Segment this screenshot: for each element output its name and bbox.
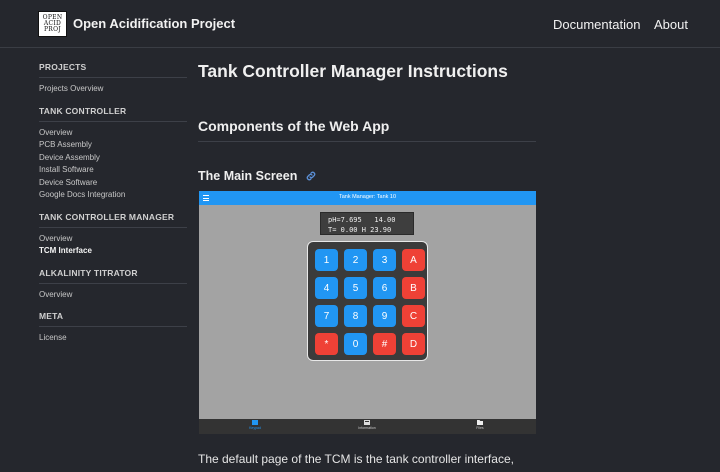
keypad-key: A bbox=[402, 249, 425, 271]
keypad-key: 5 bbox=[344, 277, 367, 299]
keypad: 1 2 3 A 4 5 6 B 7 8 9 C * 0 # D bbox=[307, 241, 428, 361]
app-title: Tank Manager: Tank 10 bbox=[338, 194, 397, 200]
keypad-key: B bbox=[402, 277, 425, 299]
sidebar-heading: PROJECTS bbox=[39, 62, 187, 78]
section-heading: Components of the Web App bbox=[198, 118, 390, 134]
main-screen-screenshot: Tank Manager: Tank 10 pH=7.695 14.00 T= 0… bbox=[199, 191, 536, 434]
keypad-key: * bbox=[315, 333, 338, 355]
lcd-display: pH=7.695 14.00 T= 0.00 H 23.90 bbox=[320, 212, 414, 235]
tab-label: Files bbox=[476, 426, 484, 430]
sidebar-item-install-software[interactable]: Install Software bbox=[39, 164, 187, 177]
sidebar-section-tank-controller: TANK CONTROLLER Overview PCB Assembly De… bbox=[39, 106, 187, 202]
sidebar-item-projects-overview[interactable]: Projects Overview bbox=[39, 83, 187, 96]
keypad-key: C bbox=[402, 305, 425, 327]
sidebar-item-google-docs[interactable]: Google Docs Integration bbox=[39, 189, 187, 202]
keypad-icon bbox=[252, 420, 258, 425]
sidebar-section-alkalinity: ALKALINITY TITRATOR Overview bbox=[39, 268, 187, 302]
sidebar-heading: TANK CONTROLLER MANAGER bbox=[39, 212, 187, 228]
lcd-line-2: T= 0.00 H 23.90 bbox=[328, 226, 392, 234]
keypad-key: 3 bbox=[373, 249, 396, 271]
app-toolbar: Tank Manager: Tank 10 bbox=[199, 191, 536, 205]
nav-about[interactable]: About bbox=[654, 17, 688, 32]
keypad-key: 2 bbox=[344, 249, 367, 271]
info-icon bbox=[364, 420, 370, 425]
tab-files: Files bbox=[450, 420, 510, 430]
app-bottom-tabs: Keypad Information Files bbox=[199, 419, 536, 434]
sidebar-section-meta: META License bbox=[39, 311, 187, 345]
anchor-link-icon[interactable] bbox=[305, 170, 317, 182]
keypad-key: 0 bbox=[344, 333, 367, 355]
folder-icon bbox=[477, 420, 483, 425]
sidebar-heading: ALKALINITY TITRATOR bbox=[39, 268, 187, 284]
site-title-link[interactable]: Open Acidification Project bbox=[73, 16, 235, 31]
sidebar: PROJECTS Projects Overview TANK CONTROLL… bbox=[39, 62, 187, 355]
sidebar-item-alkalinity-overview[interactable]: Overview bbox=[39, 289, 187, 302]
keypad-key: 9 bbox=[373, 305, 396, 327]
sidebar-item-tcm-overview[interactable]: Overview bbox=[39, 233, 187, 246]
sidebar-heading: META bbox=[39, 311, 187, 327]
nav-documentation[interactable]: Documentation bbox=[553, 17, 640, 32]
logo-line-3: PROJ bbox=[43, 26, 62, 33]
keypad-key: 6 bbox=[373, 277, 396, 299]
keypad-key: 7 bbox=[315, 305, 338, 327]
sidebar-item-tcm-interface[interactable]: TCM Interface bbox=[39, 245, 187, 258]
sidebar-item-device-software[interactable]: Device Software bbox=[39, 177, 187, 190]
top-navbar: OPEN ACID PROJ Open Acidification Projec… bbox=[0, 0, 720, 48]
keypad-key: 4 bbox=[315, 277, 338, 299]
lcd-line-1: pH=7.695 14.00 bbox=[328, 216, 396, 224]
site-logo[interactable]: OPEN ACID PROJ bbox=[38, 11, 67, 37]
tab-label: Keypad bbox=[249, 426, 261, 430]
body-paragraph: The default page of the TCM is the tank … bbox=[198, 452, 514, 466]
keypad-key: 8 bbox=[344, 305, 367, 327]
keypad-key: 1 bbox=[315, 249, 338, 271]
subsection-heading: The Main Screen bbox=[198, 169, 298, 183]
tab-label: Information bbox=[358, 426, 376, 430]
sidebar-section-tcm: TANK CONTROLLER MANAGER Overview TCM Int… bbox=[39, 212, 187, 258]
page-title: Tank Controller Manager Instructions bbox=[198, 61, 508, 81]
keypad-key: D bbox=[402, 333, 425, 355]
sidebar-item-device-assembly[interactable]: Device Assembly bbox=[39, 152, 187, 165]
section-divider bbox=[198, 141, 536, 142]
sidebar-item-license[interactable]: License bbox=[39, 332, 187, 345]
tab-keypad: Keypad bbox=[225, 420, 285, 430]
keypad-key: # bbox=[373, 333, 396, 355]
tab-information: Information bbox=[337, 420, 397, 430]
sidebar-item-pcb-assembly[interactable]: PCB Assembly bbox=[39, 139, 187, 152]
sidebar-item-tc-overview[interactable]: Overview bbox=[39, 127, 187, 140]
sidebar-heading: TANK CONTROLLER bbox=[39, 106, 187, 122]
sidebar-section-projects: PROJECTS Projects Overview bbox=[39, 62, 187, 96]
